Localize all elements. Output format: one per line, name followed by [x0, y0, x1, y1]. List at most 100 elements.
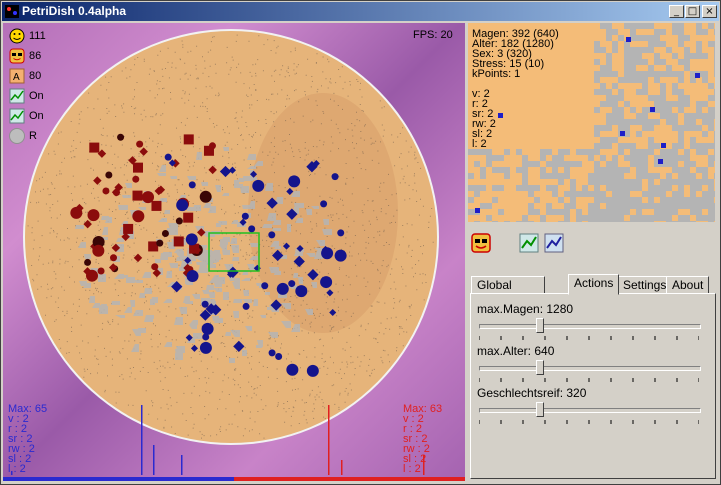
red-cell [199, 190, 212, 203]
red-cell [97, 267, 105, 275]
blue-cell [261, 282, 269, 290]
smiley-icon[interactable] [9, 28, 25, 44]
red-cell [70, 206, 83, 219]
minimize-button[interactable]: _ [669, 5, 684, 18]
app-window: PetriDish 0.4alpha _ □ × 111 86 A 80 On O… [0, 0, 721, 485]
fps-counter: FPS: 20 [413, 29, 453, 41]
a-icon[interactable]: A [9, 68, 25, 84]
geschlechtsreif-slider[interactable] [479, 402, 701, 424]
graph-toggle-icon[interactable] [9, 88, 25, 104]
max-magen-slider[interactable] [479, 318, 701, 340]
red-cell [161, 230, 169, 238]
max-alter-slider-thumb[interactable] [536, 360, 545, 375]
stat-a: A 80 [9, 68, 41, 84]
minimap-blue-cell [475, 208, 480, 213]
geschlechtsreif-slider-thumb[interactable] [536, 402, 545, 417]
sunglasses-smiley-button-icon[interactable] [471, 233, 491, 253]
red-cell [132, 175, 140, 183]
blue-cell [185, 233, 198, 246]
blue-cell [202, 333, 210, 341]
red-cell [173, 236, 184, 247]
red-cell [123, 223, 134, 234]
minimap-blue-cell [498, 113, 503, 118]
actions-panel: max.Magen: 1280 max.Alter: 640 Geschlech… [470, 293, 716, 479]
histogram-bar [328, 405, 330, 475]
window-title: PetriDish 0.4alpha [22, 4, 127, 18]
blue-cell [288, 175, 301, 188]
blue-cell [268, 349, 276, 357]
red-cell [132, 162, 143, 173]
minimap-blue-cell [620, 131, 625, 136]
blue-cell [288, 280, 296, 288]
blue-cell [320, 276, 333, 289]
red-cell [175, 217, 183, 225]
max-alter-slider[interactable] [479, 360, 701, 382]
blue-cell [331, 173, 339, 181]
svg-text:A: A [13, 72, 20, 83]
graph-toggle-2-icon[interactable] [9, 108, 25, 124]
red-cell [136, 140, 144, 148]
blue-cell [209, 305, 217, 313]
histogram-bar [141, 405, 143, 475]
red-cell [183, 134, 194, 145]
maximize-button[interactable]: □ [685, 5, 700, 18]
sunglasses-smiley-icon[interactable] [9, 48, 25, 64]
minimap-blue-cell [650, 107, 655, 112]
stat-sunglasses: 86 [9, 48, 41, 64]
max-magen-slider-thumb[interactable] [536, 318, 545, 333]
histogram-stats-left: Max: 65 v : 2 r : 2 sr : 2 rw : 2 sl : 2… [8, 403, 48, 475]
cell-info: Magen: 392 (640) Alter: 182 (1280) Sex: … [472, 28, 559, 80]
title-bar[interactable]: PetriDish 0.4alpha _ □ × [2, 2, 719, 21]
histogram-axis-blue [3, 477, 234, 481]
close-button[interactable]: × [702, 5, 717, 18]
gray-circle-icon[interactable] [9, 128, 25, 144]
blue-cell [252, 179, 265, 192]
blue-cell [337, 229, 345, 237]
blue-cell [268, 231, 276, 239]
graph-button-icon[interactable] [519, 233, 539, 253]
max-alter-label: max.Alter: 640 [477, 344, 555, 358]
blue-cell [201, 300, 209, 308]
red-cell [156, 239, 164, 247]
blue-cell [334, 249, 347, 262]
graph-button-2-icon[interactable] [544, 233, 564, 253]
red-cell [89, 142, 100, 153]
blue-cell [275, 353, 283, 361]
blue-cell [186, 270, 199, 283]
blue-cell [248, 225, 256, 233]
histogram-axis-red [234, 477, 465, 481]
blue-cell [199, 341, 212, 354]
petri-dish-view[interactable]: 111 86 A 80 On On R FPS: 20 Max: 65 v : 2… [3, 23, 465, 481]
minimap-blue-cell [661, 143, 666, 148]
cell-genes: v: 2 r: 2 sr: 2 rw: 2 sl: 2 l: 2 [472, 88, 496, 150]
simulation-canvas[interactable] [3, 23, 465, 481]
histogram-bar [181, 455, 183, 475]
histogram-stats-right: Max: 63 v : 2 r : 2 sr : 2 rw : 2 sl : 2… [403, 403, 443, 475]
histogram-bar [341, 460, 343, 475]
geschlechtsreif-label: Geschlechtsreif: 320 [477, 386, 587, 400]
red-cell [110, 254, 118, 262]
minimap-blue-cell [658, 159, 663, 164]
red-cell [142, 191, 155, 204]
blue-cell [295, 285, 308, 298]
histogram-bar [153, 445, 155, 475]
stat-graph-2: On [9, 108, 44, 124]
red-cell [151, 200, 162, 211]
blue-cell [286, 363, 299, 376]
blue-cell [188, 181, 196, 189]
blue-cell [321, 247, 334, 260]
minimap-blue-cell [626, 37, 631, 42]
minimap-blue-cell [695, 73, 700, 78]
red-cell [102, 187, 110, 195]
minimap[interactable]: Magen: 392 (640) Alter: 182 (1280) Sex: … [468, 23, 715, 222]
red-cell [87, 209, 100, 222]
red-cell [84, 258, 92, 266]
red-cell [117, 133, 125, 141]
app-icon [5, 5, 19, 18]
stat-r: R [9, 128, 37, 144]
blue-cell [176, 199, 189, 212]
tab-actions[interactable]: Actions [568, 274, 620, 295]
max-magen-label: max.Magen: 1280 [477, 302, 574, 316]
blue-cell [242, 302, 250, 310]
blue-cell [276, 282, 289, 295]
